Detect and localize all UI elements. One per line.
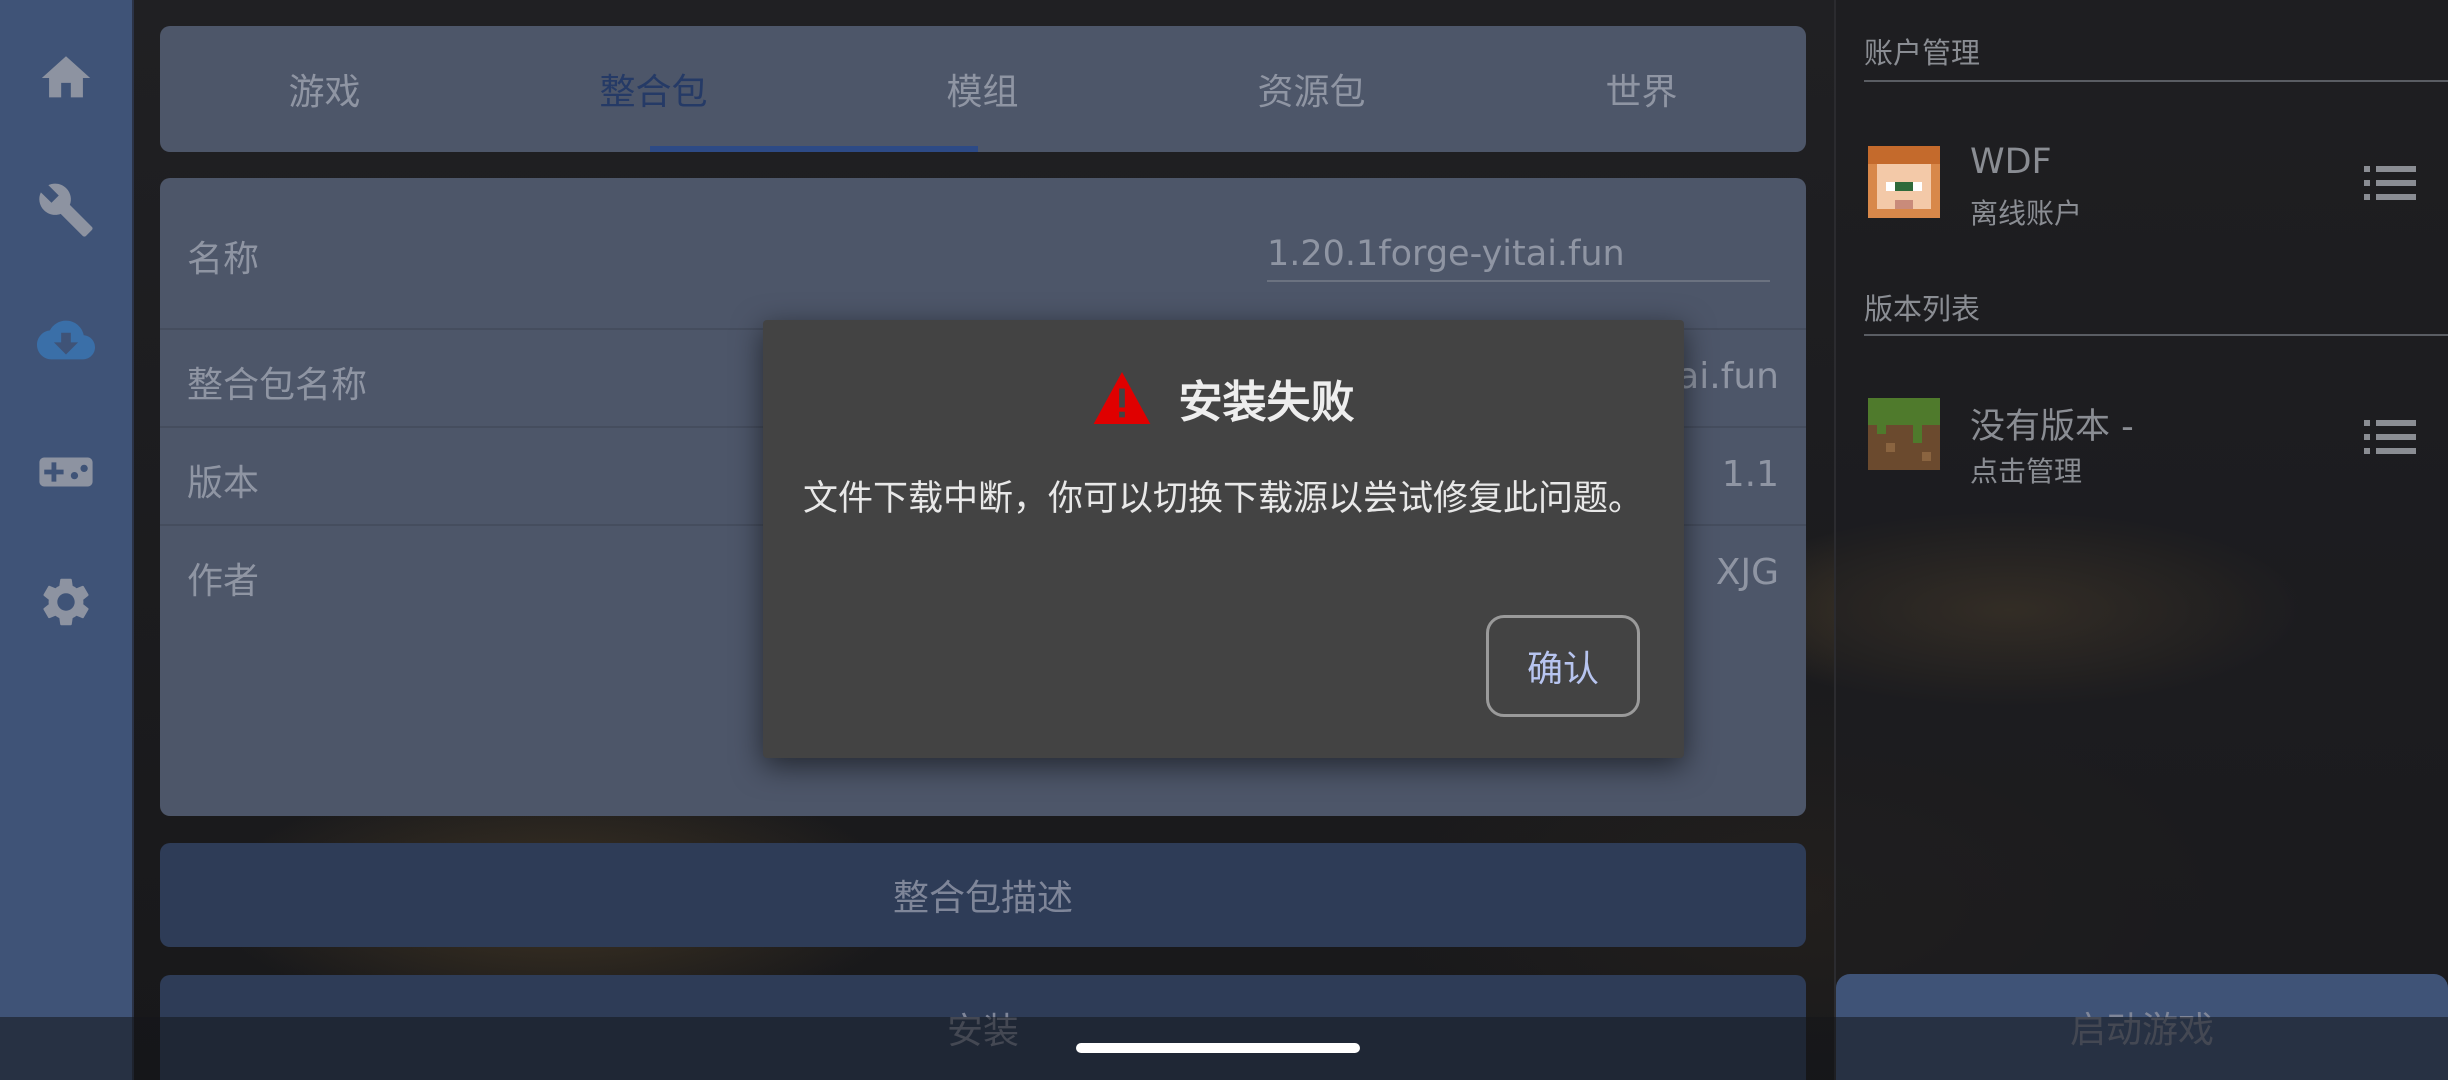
home-indicator[interactable] xyxy=(1076,1043,1360,1053)
error-dialog: 安装失败 文件下载中断，你可以切换下载源以尝试修复此问题。 确认 xyxy=(763,320,1684,758)
confirm-button[interactable]: 确认 xyxy=(1486,615,1640,717)
dialog-message: 文件下载中断，你可以切换下载源以尝试修复此问题。 xyxy=(803,479,1644,519)
warning-icon xyxy=(1093,372,1150,424)
dialog-title: 安装失败 xyxy=(1178,377,1355,428)
dialog-header: 安装失败 xyxy=(763,368,1684,428)
